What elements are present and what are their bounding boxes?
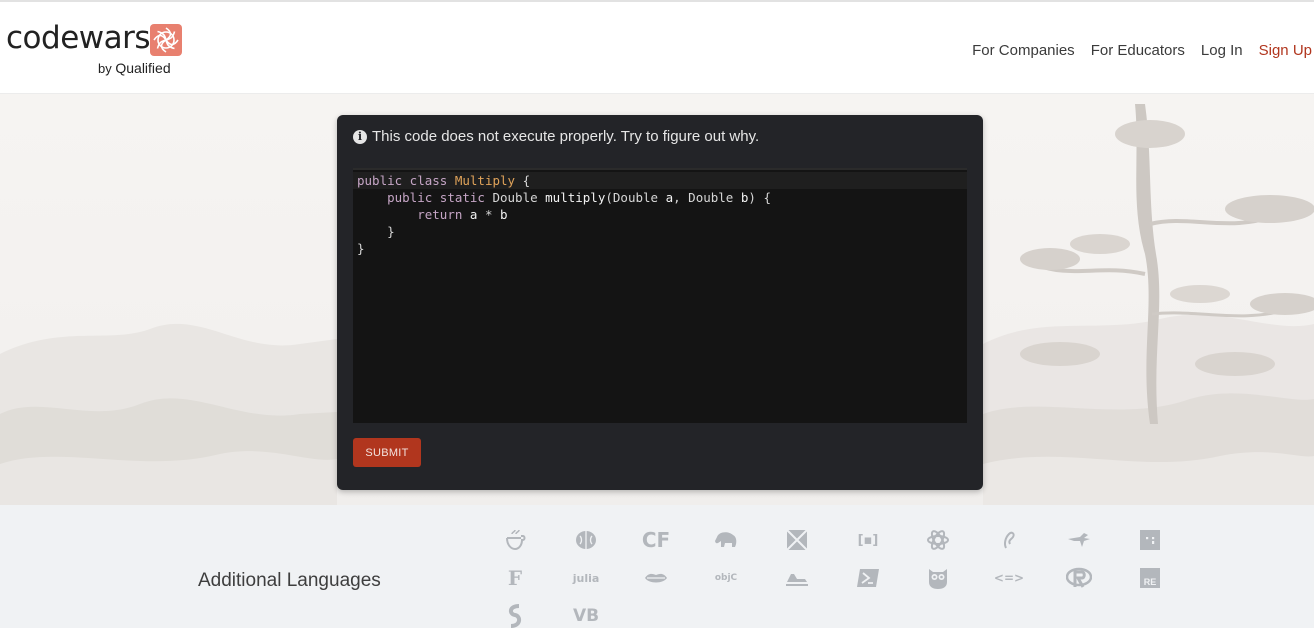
swift-icon xyxy=(502,603,528,628)
arrows-icon: <=> xyxy=(993,571,1025,585)
r-icon xyxy=(1066,565,1092,591)
re-icon-label: RE xyxy=(1144,577,1157,587)
lambda-car-icon xyxy=(784,565,810,591)
vb-icon: VB xyxy=(572,605,600,626)
atom-icon xyxy=(925,527,951,553)
code-line: return a * b xyxy=(417,207,508,222)
coffeescript-icon xyxy=(502,527,528,553)
kata-card: i This code does not execute properly. T… xyxy=(337,115,983,490)
dinosaur-icon xyxy=(1066,527,1092,553)
powershell-icon xyxy=(855,565,881,591)
additional-languages-section: Additional Languages CF [▪] F julia objC… xyxy=(0,505,1314,628)
cfml-icon: CF xyxy=(641,528,671,552)
kata-instruction-text: This code does not execute properly. Try… xyxy=(372,128,760,145)
julia-icon: julia xyxy=(572,571,600,585)
page: codewars by Qualified For Companies For … xyxy=(0,0,1314,628)
brackets-icon: [▪] xyxy=(857,532,879,548)
nav-sign-up[interactable]: Sign Up xyxy=(1259,41,1312,61)
logo-wordmark: codewars xyxy=(6,20,151,56)
nav-log-in[interactable]: Log In xyxy=(1201,41,1243,61)
kata-instruction: i This code does not execute properly. T… xyxy=(353,127,759,147)
lips-icon xyxy=(643,565,669,591)
top-nav: For Companies For Educators Log In Sign … xyxy=(972,41,1312,61)
brain-icon xyxy=(573,527,599,553)
owl-icon xyxy=(925,565,951,591)
code-line: } xyxy=(357,241,365,256)
box-icon xyxy=(784,527,810,553)
elephant-icon xyxy=(713,527,739,553)
fsharp-icon: F xyxy=(507,566,523,590)
code-line: public class Multiply { xyxy=(353,172,967,189)
nav-for-educators[interactable]: For Educators xyxy=(1091,41,1185,61)
code-line: } xyxy=(357,224,395,239)
objc-icon: objC xyxy=(714,572,738,583)
logo-tagline-brand: Qualified xyxy=(115,60,171,76)
site-header: codewars by Qualified For Companies For … xyxy=(0,0,1314,94)
code-line: public static Double multiply(Double a, … xyxy=(387,190,771,205)
codewars-mark-icon xyxy=(150,24,182,56)
additional-languages-title: Additional Languages xyxy=(198,570,381,591)
info-icon: i xyxy=(353,130,367,144)
logo-tagline: by Qualified xyxy=(98,60,171,77)
submit-button[interactable]: SUBMIT xyxy=(353,438,421,467)
codewars-logo[interactable]: codewars by Qualified xyxy=(6,20,191,80)
code-editor[interactable]: public class Multiply { public static Do… xyxy=(353,168,967,423)
nav-for-companies[interactable]: For Companies xyxy=(972,41,1075,61)
forth-icon xyxy=(996,527,1022,553)
logo-tagline-prefix: by xyxy=(98,61,112,76)
re-icon: RE xyxy=(1137,565,1163,591)
factor-icon xyxy=(1137,527,1163,553)
